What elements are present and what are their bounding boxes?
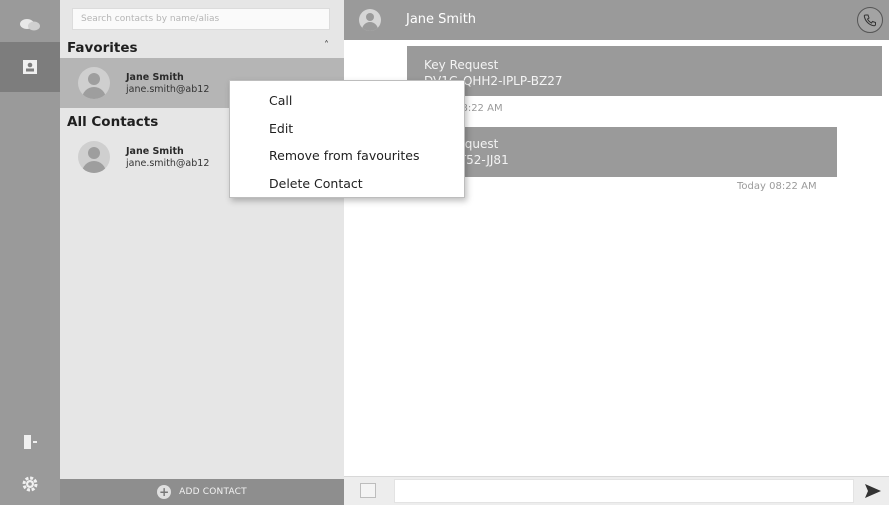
menu-item-remove-from-favourites[interactable]: Remove from favourites xyxy=(230,142,464,170)
message-time: Today 08:22 AM xyxy=(737,181,817,192)
phone-icon xyxy=(863,14,876,27)
avatar xyxy=(78,67,110,99)
search-input[interactable] xyxy=(72,8,330,30)
collapse-caret-icon[interactable]: ˄ xyxy=(324,40,329,51)
chat-avatar xyxy=(359,9,381,31)
settings-gear-icon xyxy=(22,476,38,492)
contact-email: jane.smith@ab12 xyxy=(126,158,210,169)
chat-bubbles-icon xyxy=(20,19,40,31)
call-button[interactable] xyxy=(857,7,883,33)
left-rail xyxy=(0,0,60,505)
add-contact-button[interactable]: + ADD CONTACT xyxy=(60,479,344,505)
attach-image-icon[interactable] xyxy=(360,483,376,498)
send-icon[interactable] xyxy=(864,483,882,499)
settings-button[interactable] xyxy=(0,459,60,505)
favorites-heading: Favorites xyxy=(67,40,138,56)
message-bubble: Key Request X-BT52-JJ81 xyxy=(407,127,837,177)
contact-name: Jane Smith xyxy=(126,146,184,157)
message-title: Key Request xyxy=(424,58,499,72)
message-bubble: Key Request DV1G-QHH2-IPLP-BZ27 xyxy=(407,46,882,96)
contacts-icon xyxy=(23,60,37,74)
message-title: Key Request xyxy=(424,137,499,151)
menu-item-edit[interactable]: Edit xyxy=(230,115,464,143)
chat-contact-name: Jane Smith xyxy=(406,12,477,27)
composer-bar xyxy=(344,476,889,505)
all-contacts-heading: All Contacts xyxy=(67,114,159,130)
chat-header: Jane Smith xyxy=(344,0,889,40)
contact-email: jane.smith@ab12 xyxy=(126,84,210,95)
contacts-button[interactable] xyxy=(0,42,60,92)
message-body: DV1G-QHH2-IPLP-BZ27 xyxy=(424,74,563,88)
add-contact-label: ADD CONTACT xyxy=(179,487,247,497)
contact-name: Jane Smith xyxy=(126,72,184,83)
message-input[interactable] xyxy=(394,479,854,503)
logout-icon xyxy=(24,435,37,449)
menu-item-delete-contact[interactable]: Delete Contact xyxy=(230,170,464,198)
plus-icon: + xyxy=(157,485,172,499)
context-menu: Call Edit Remove from favourites Delete … xyxy=(229,80,465,198)
avatar xyxy=(78,141,110,173)
message-body: X-BT52-JJ81 xyxy=(439,153,509,167)
menu-item-call[interactable]: Call xyxy=(230,87,464,115)
contacts-panel: Favorites ˄ Jane Smith jane.smith@ab12 A… xyxy=(60,0,344,505)
